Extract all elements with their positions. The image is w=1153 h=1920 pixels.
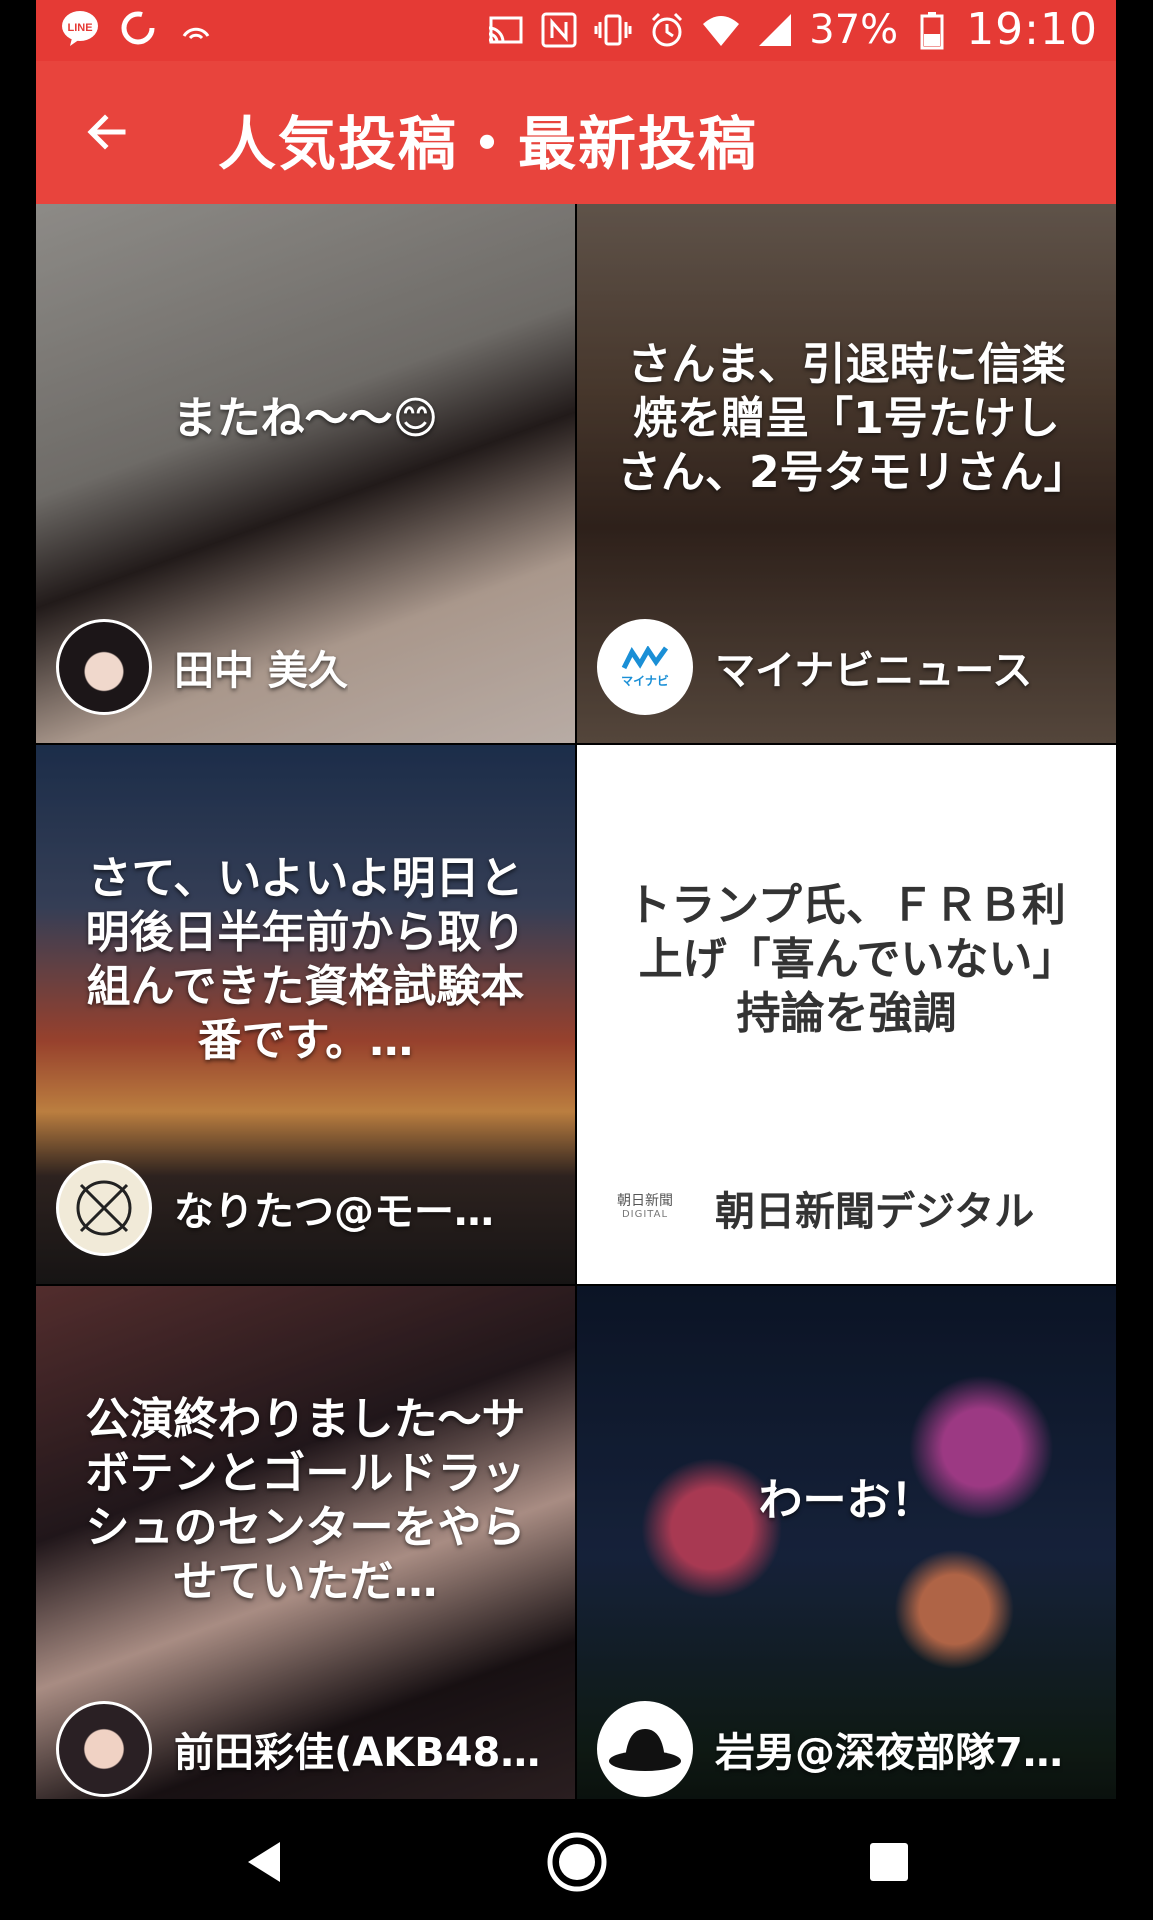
author-name: 岩男@深夜部隊7… — [715, 1730, 1063, 1776]
author-name: なりたつ@モー… — [174, 1189, 494, 1235]
vibrate-icon — [593, 10, 633, 50]
avatar-logo-subtext: DIGITAL — [621, 1209, 669, 1220]
post-author[interactable]: 前田彩佳(AKB48… — [56, 1701, 555, 1797]
cast-icon — [485, 10, 525, 50]
post-card[interactable]: さて、いよいよ明日と明後日半年前から取り組んできた資格試験本番です。… なりたつ… — [36, 745, 575, 1284]
author-name: 朝日新聞デジタル — [715, 1189, 1035, 1235]
nav-recents-button[interactable] — [854, 1827, 924, 1897]
signal-arc-icon — [176, 8, 216, 48]
app-bar: 人気投稿・最新投稿 — [36, 61, 1116, 204]
post-headline: トランプ氏、ＦＲＢ利上げ「喜んでいない」 持論を強調 — [627, 879, 1099, 1039]
navigation-bar — [36, 1799, 1116, 1920]
mynavi-logo-icon — [621, 645, 669, 669]
avatar: マイナビ — [597, 619, 693, 715]
recents-square-icon — [870, 1843, 908, 1881]
avatar — [56, 619, 152, 715]
post-card[interactable]: 公演終わりました〜サボテンとゴールドラッシュのセンターをやらせていただ… 前田彩… — [36, 1286, 575, 1825]
avatar — [56, 1701, 152, 1797]
avatar: 朝日新聞 DIGITAL — [597, 1160, 693, 1256]
nav-home-button[interactable] — [542, 1827, 612, 1897]
post-card[interactable]: またね〜〜😊 田中 美久 — [36, 204, 575, 743]
nav-back-button[interactable] — [230, 1827, 300, 1897]
back-triangle-icon — [248, 1842, 280, 1882]
line-icon: LINE — [60, 8, 100, 48]
nfc-icon — [539, 10, 579, 50]
author-name: 田中 美久 — [174, 648, 348, 694]
post-author[interactable]: マイナビ マイナビニュース — [597, 619, 1096, 715]
page-title: 人気投稿・最新投稿 — [218, 110, 759, 178]
clock: 19:10 — [966, 4, 1098, 55]
home-circle-icon — [547, 1832, 607, 1892]
post-card[interactable]: さんま、引退時に信楽焼を贈呈「1号たけしさん、2号タモリさん」 マイナビ マイナ… — [577, 204, 1116, 743]
avatar — [56, 1160, 152, 1256]
avatar-logo-text: マイナビ — [621, 673, 669, 688]
post-headline: さんま、引退時に信楽焼を贈呈「1号たけしさん、2号タモリさん」 — [617, 338, 1088, 498]
battery-icon — [912, 10, 952, 50]
phone-screen: LINE 37% 19:10 人気投稿・最新投稿 またね〜〜😊 田中 美久 さん… — [36, 0, 1116, 1920]
post-author[interactable]: なりたつ@モー… — [56, 1160, 555, 1256]
author-name: 前田彩佳(AKB48… — [174, 1730, 541, 1776]
post-author[interactable]: 岩男@深夜部隊7… — [597, 1701, 1096, 1797]
post-card[interactable]: わーお！ 岩男@深夜部隊7… — [577, 1286, 1116, 1825]
avatar — [597, 1701, 693, 1797]
post-headline: 公演終わりました〜サボテンとゴールドラッシュのセンターをやらせていただ… — [85, 1393, 526, 1607]
author-name: マイナビニュース — [715, 648, 1033, 694]
svg-text:LINE: LINE — [67, 22, 92, 34]
post-grid: またね〜〜😊 田中 美久 さんま、引退時に信楽焼を贈呈「1号たけしさん、2号タモ… — [36, 204, 1116, 1825]
alarm-icon — [647, 10, 687, 50]
avatar-logo-text: 朝日新聞 — [617, 1193, 673, 1209]
post-author[interactable]: 朝日新聞 DIGITAL 朝日新聞デジタル — [597, 1160, 1096, 1256]
back-button[interactable] — [72, 97, 142, 167]
cell-signal-icon — [755, 10, 795, 50]
post-author[interactable]: 田中 美久 — [56, 619, 555, 715]
post-card[interactable]: トランプ氏、ＦＲＢ利上げ「喜んでいない」 持論を強調 朝日新聞 DIGITAL … — [577, 745, 1116, 1284]
wifi-icon — [701, 10, 741, 50]
post-headline: さて、いよいよ明日と明後日半年前から取り組んできた資格試験本番です。… — [85, 852, 526, 1066]
post-headline: またね〜〜😊 — [172, 392, 439, 444]
arrow-left-icon — [87, 114, 126, 150]
status-bar: LINE 37% 19:10 — [36, 0, 1116, 61]
battery-percentage: 37% — [809, 6, 899, 53]
sync-icon — [118, 8, 158, 48]
post-headline: わーお！ — [758, 1474, 935, 1526]
